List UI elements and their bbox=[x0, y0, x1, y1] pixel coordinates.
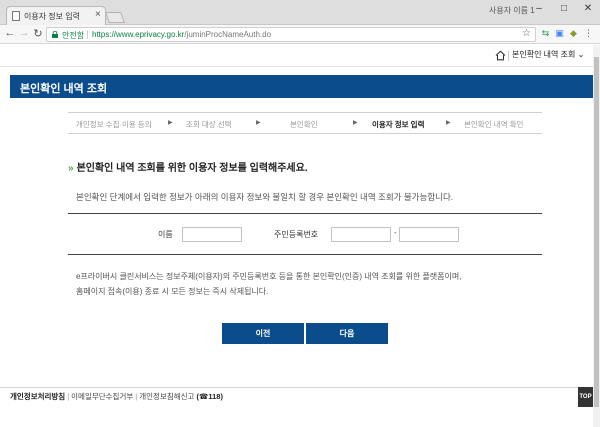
rrn-label: 주민등록번호 bbox=[274, 230, 319, 239]
section-heading: » 본인확인 내역 조회를 위한 이용자 정보를 입력해주세요. bbox=[68, 159, 308, 174]
minimize-icon[interactable]: – bbox=[531, 3, 547, 14]
menu-icon[interactable]: ⋮ bbox=[583, 28, 594, 39]
url-text[interactable]: https://www.eprivacy.go.kr/juminProcName… bbox=[92, 30, 271, 39]
email-refusal-link[interactable]: 이메일무단수집거부 bbox=[71, 392, 133, 401]
new-tab-button[interactable] bbox=[104, 12, 126, 23]
rrn-first-input[interactable] bbox=[331, 227, 391, 242]
browser-titlebar: 이용자 정보 입력 × 사용자 이름 1 – □ ✕ bbox=[0, 0, 600, 25]
bookmark-star-icon[interactable]: ☆ bbox=[522, 28, 531, 39]
window-close-icon[interactable]: ✕ bbox=[580, 3, 596, 14]
name-label: 이름 bbox=[158, 230, 173, 239]
section-heading-text: 본인확인 내역 조회를 위한 이용자 정보를 입력해주세요. bbox=[76, 163, 308, 174]
user-info-form: 이름 주민등록번호 - bbox=[68, 213, 542, 255]
scroll-top-button[interactable]: TOP bbox=[578, 387, 593, 407]
notice-text-line2: 홈페이지 접속(이용) 종료 시 모든 정보는 즉시 삭제됩니다. bbox=[76, 287, 269, 296]
lock-icon bbox=[52, 31, 58, 38]
step-arrow-icon: ▶ bbox=[446, 120, 451, 126]
maximize-icon[interactable]: □ bbox=[556, 3, 572, 14]
tab-close-icon[interactable]: × bbox=[95, 9, 101, 20]
double-chevron-icon: » bbox=[68, 163, 74, 174]
home-icon[interactable] bbox=[495, 50, 506, 61]
step-4-current: 이용자 정보 입력 bbox=[372, 120, 425, 129]
notice-text-line1: e프라이버시 클린서비스는 정보주체(이용자)의 주민등록번호 등을 통한 본인… bbox=[76, 272, 462, 281]
next-button[interactable]: 다음 bbox=[306, 323, 388, 344]
back-icon[interactable]: ← bbox=[4, 27, 16, 39]
page-scrollbar[interactable] bbox=[593, 45, 600, 427]
service-select[interactable]: 본인확인 내역 조회 ⌄ bbox=[512, 49, 584, 60]
window-user-label: 사용자 이름 1 bbox=[489, 6, 535, 15]
page-title: 본인확인 내역 조회 bbox=[20, 83, 108, 95]
secure-label: 안전함 bbox=[62, 31, 85, 40]
footer-divider bbox=[0, 387, 593, 388]
description-text: 본인확인 단계에서 입력한 정보가 아래의 이용자 정보와 불일치 할 경우 본… bbox=[76, 192, 454, 202]
privacy-report-link[interactable]: 개인정보침해신고 bbox=[139, 392, 194, 401]
report-phone: (☎118) bbox=[196, 392, 223, 401]
footer-links: 개인정보처리방침 | 이메일무단수집거부 | 개인정보침해신고 (☎118) bbox=[10, 392, 223, 401]
reload-icon[interactable]: ↻ bbox=[32, 27, 44, 40]
page-icon bbox=[12, 11, 20, 21]
step-indicator: 개인정보 수집·이용 등의 ▶ 조회 대상 선택 ▶ 본인확인 ▶ 이용자 정보… bbox=[68, 112, 542, 134]
url-origin: https://www.eprivacy.go.kr bbox=[92, 30, 185, 39]
step-2: 조회 대상 선택 bbox=[186, 120, 232, 129]
tab-title: 이용자 정보 입력 bbox=[24, 12, 80, 21]
privacy-policy-link[interactable]: 개인정보처리방침 bbox=[10, 392, 65, 401]
name-input[interactable] bbox=[182, 227, 242, 242]
forward-icon[interactable]: → bbox=[18, 27, 30, 39]
step-1: 개인정보 수집·이용 등의 bbox=[76, 120, 152, 129]
rrn-separator: - bbox=[394, 228, 397, 237]
scrollbar-thumb[interactable] bbox=[594, 57, 599, 407]
service-select-value: 본인확인 내역 조회 bbox=[512, 50, 576, 59]
extension-icon[interactable]: ◆ bbox=[568, 28, 579, 39]
utility-bar: 본인확인 내역 조회 ⌄ bbox=[0, 45, 593, 67]
page-viewport: 본인확인 내역 조회 ⌄ 본인확인 내역 조회 개인정보 수집·이용 등의 ▶ … bbox=[0, 45, 593, 427]
rrn-second-input[interactable] bbox=[399, 227, 459, 242]
address-bar[interactable]: 안전함 https://www.eprivacy.go.kr/juminProc… bbox=[46, 27, 536, 42]
url-path: /juminProcNameAuth.do bbox=[184, 30, 272, 39]
chevron-down-icon: ⌄ bbox=[577, 50, 585, 59]
prev-button[interactable]: 이전 bbox=[222, 323, 304, 344]
translate-icon[interactable]: ▣ bbox=[554, 28, 565, 39]
browser-toolbar: ← → ↻ 안전함 https://www.eprivacy.go.kr/jum… bbox=[0, 25, 600, 44]
step-arrow-icon: ▶ bbox=[168, 120, 173, 126]
step-arrow-icon: ▶ bbox=[353, 120, 358, 126]
step-5: 본인확인 내역 확인 bbox=[464, 120, 524, 129]
step-arrow-icon: ▶ bbox=[256, 120, 261, 126]
extension-icon[interactable]: ⇆ bbox=[540, 28, 551, 39]
page-title-banner: 본인확인 내역 조회 bbox=[10, 75, 593, 98]
browser-tab[interactable]: 이용자 정보 입력 × bbox=[6, 6, 106, 25]
step-3: 본인확인 bbox=[290, 120, 318, 129]
